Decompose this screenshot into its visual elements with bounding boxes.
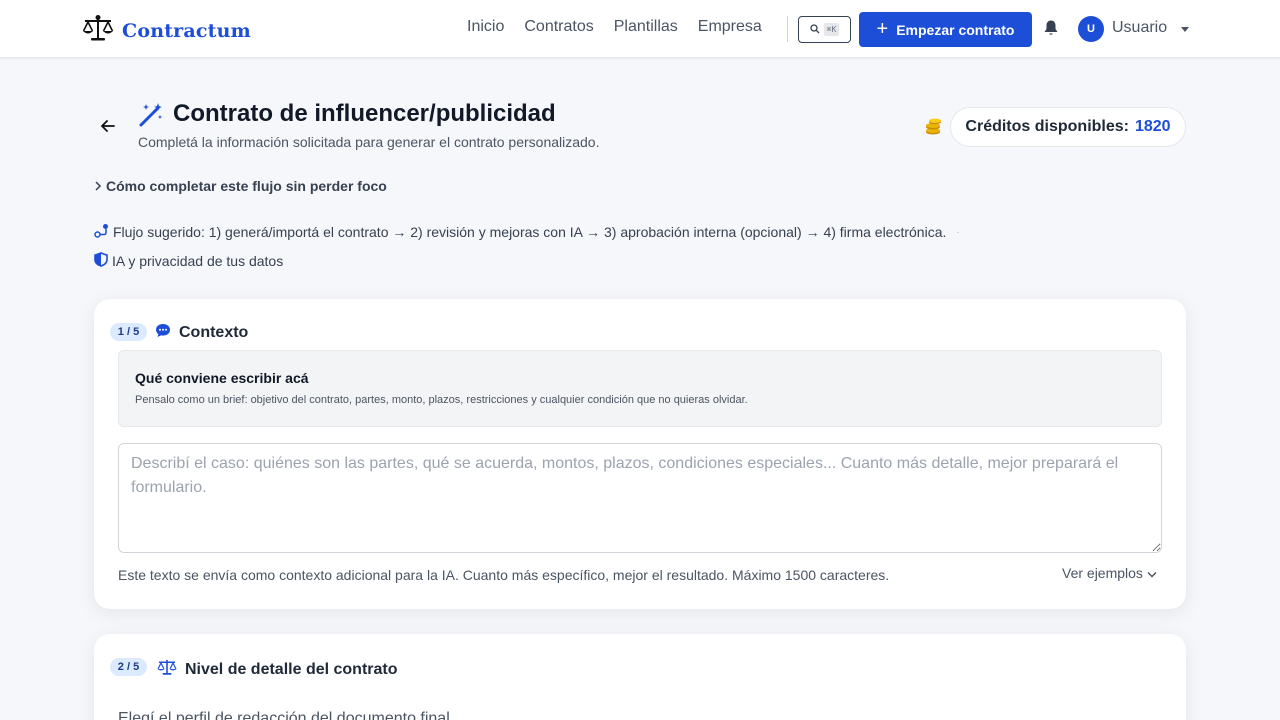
step-badge: 1 / 5 [110,323,147,341]
chevron-down-icon [1147,565,1157,581]
suggested-flow: Flujo sugerido: 1) generá/importá el con… [94,223,960,241]
step-detail-level-card: 2 / 5 Nivel de detalle del contrato Eleg… [94,634,1186,720]
page-subtitle: Completá la información solicitada para … [138,134,600,150]
step-title-label: Nivel de detalle del contrato [185,660,398,678]
top-navbar: Contractum Inicio Contratos Plantillas E… [0,0,1280,58]
search-button[interactable]: ⌘K [798,16,851,43]
step-title: Nivel de detalle del contrato [157,658,398,681]
step-title-label: Contexto [179,324,249,341]
nav-link-empresa[interactable]: Empresa [698,18,762,36]
nav-link-plantillas[interactable]: Plantillas [614,18,678,36]
brand-name: Contractum [122,19,251,42]
back-button[interactable] [98,117,118,137]
step-title: Contexto [155,323,248,343]
search-icon [810,22,820,37]
credits-value: 1820 [1134,118,1171,135]
arrow-left-icon [101,119,115,135]
plus-icon: + [876,17,889,40]
flow-dot: · [956,226,960,238]
privacy-link[interactable]: IA y privacidad de tus datos [94,252,283,270]
nav-link-contratos[interactable]: Contratos [524,18,593,36]
context-helper-text: Este texto se envía como contexto adicio… [118,567,890,583]
context-textarea[interactable] [118,443,1162,553]
flow-text: Flujo sugerido: 1) generá/importá el con… [113,224,947,240]
credits-label: Créditos disponibles: [965,118,1129,135]
avatar[interactable]: U [1078,16,1104,42]
step-badge: 2 / 5 [110,658,147,676]
step-context-card: 1 / 5 Contexto Qué conviene escribir acá… [94,299,1186,609]
examples-toggle[interactable]: Ver ejemplos [1062,565,1157,581]
nav-link-inicio[interactable]: Inicio [467,18,504,36]
chat-bubble-icon [155,323,171,343]
page-title: Contrato de influencer/publicidad [173,100,556,127]
credits-badge: Créditos disponibles: 1820 [950,107,1186,147]
chevron-right-icon [94,178,102,194]
main-nav: Inicio Contratos Plantillas Empresa [467,18,762,36]
coins-icon [924,118,942,141]
brand-logo-link[interactable]: Contractum [82,14,251,47]
flow-icon [94,223,109,241]
magic-wand-icon [138,102,164,133]
search-shortcut: ⌘K [823,23,840,36]
shield-icon [94,252,108,270]
nav-divider [787,16,788,42]
start-contract-button[interactable]: + Empezar contrato [859,12,1032,47]
user-menu-name[interactable]: Usuario [1112,19,1167,37]
tips-text: Pensalo como un brief: objetivo del cont… [135,394,748,406]
step-subtitle: Elegí el perfil de redacción del documen… [118,710,455,720]
caret-down-icon[interactable] [1181,27,1189,32]
howto-label: Cómo completar este flujo sin perder foc… [106,178,387,194]
howto-collapsible[interactable]: Cómo completar este flujo sin perder foc… [94,178,387,194]
start-contract-label: Empezar contrato [896,21,1015,38]
privacy-label: IA y privacidad de tus datos [112,253,284,269]
bell-icon[interactable] [1043,19,1059,42]
scales-icon [157,658,177,681]
scales-icon [82,14,114,47]
examples-label: Ver ejemplos [1062,565,1143,581]
tips-box: Qué conviene escribir acá Pensalo como u… [118,350,1162,427]
tips-title: Qué conviene escribir acá [135,370,309,386]
